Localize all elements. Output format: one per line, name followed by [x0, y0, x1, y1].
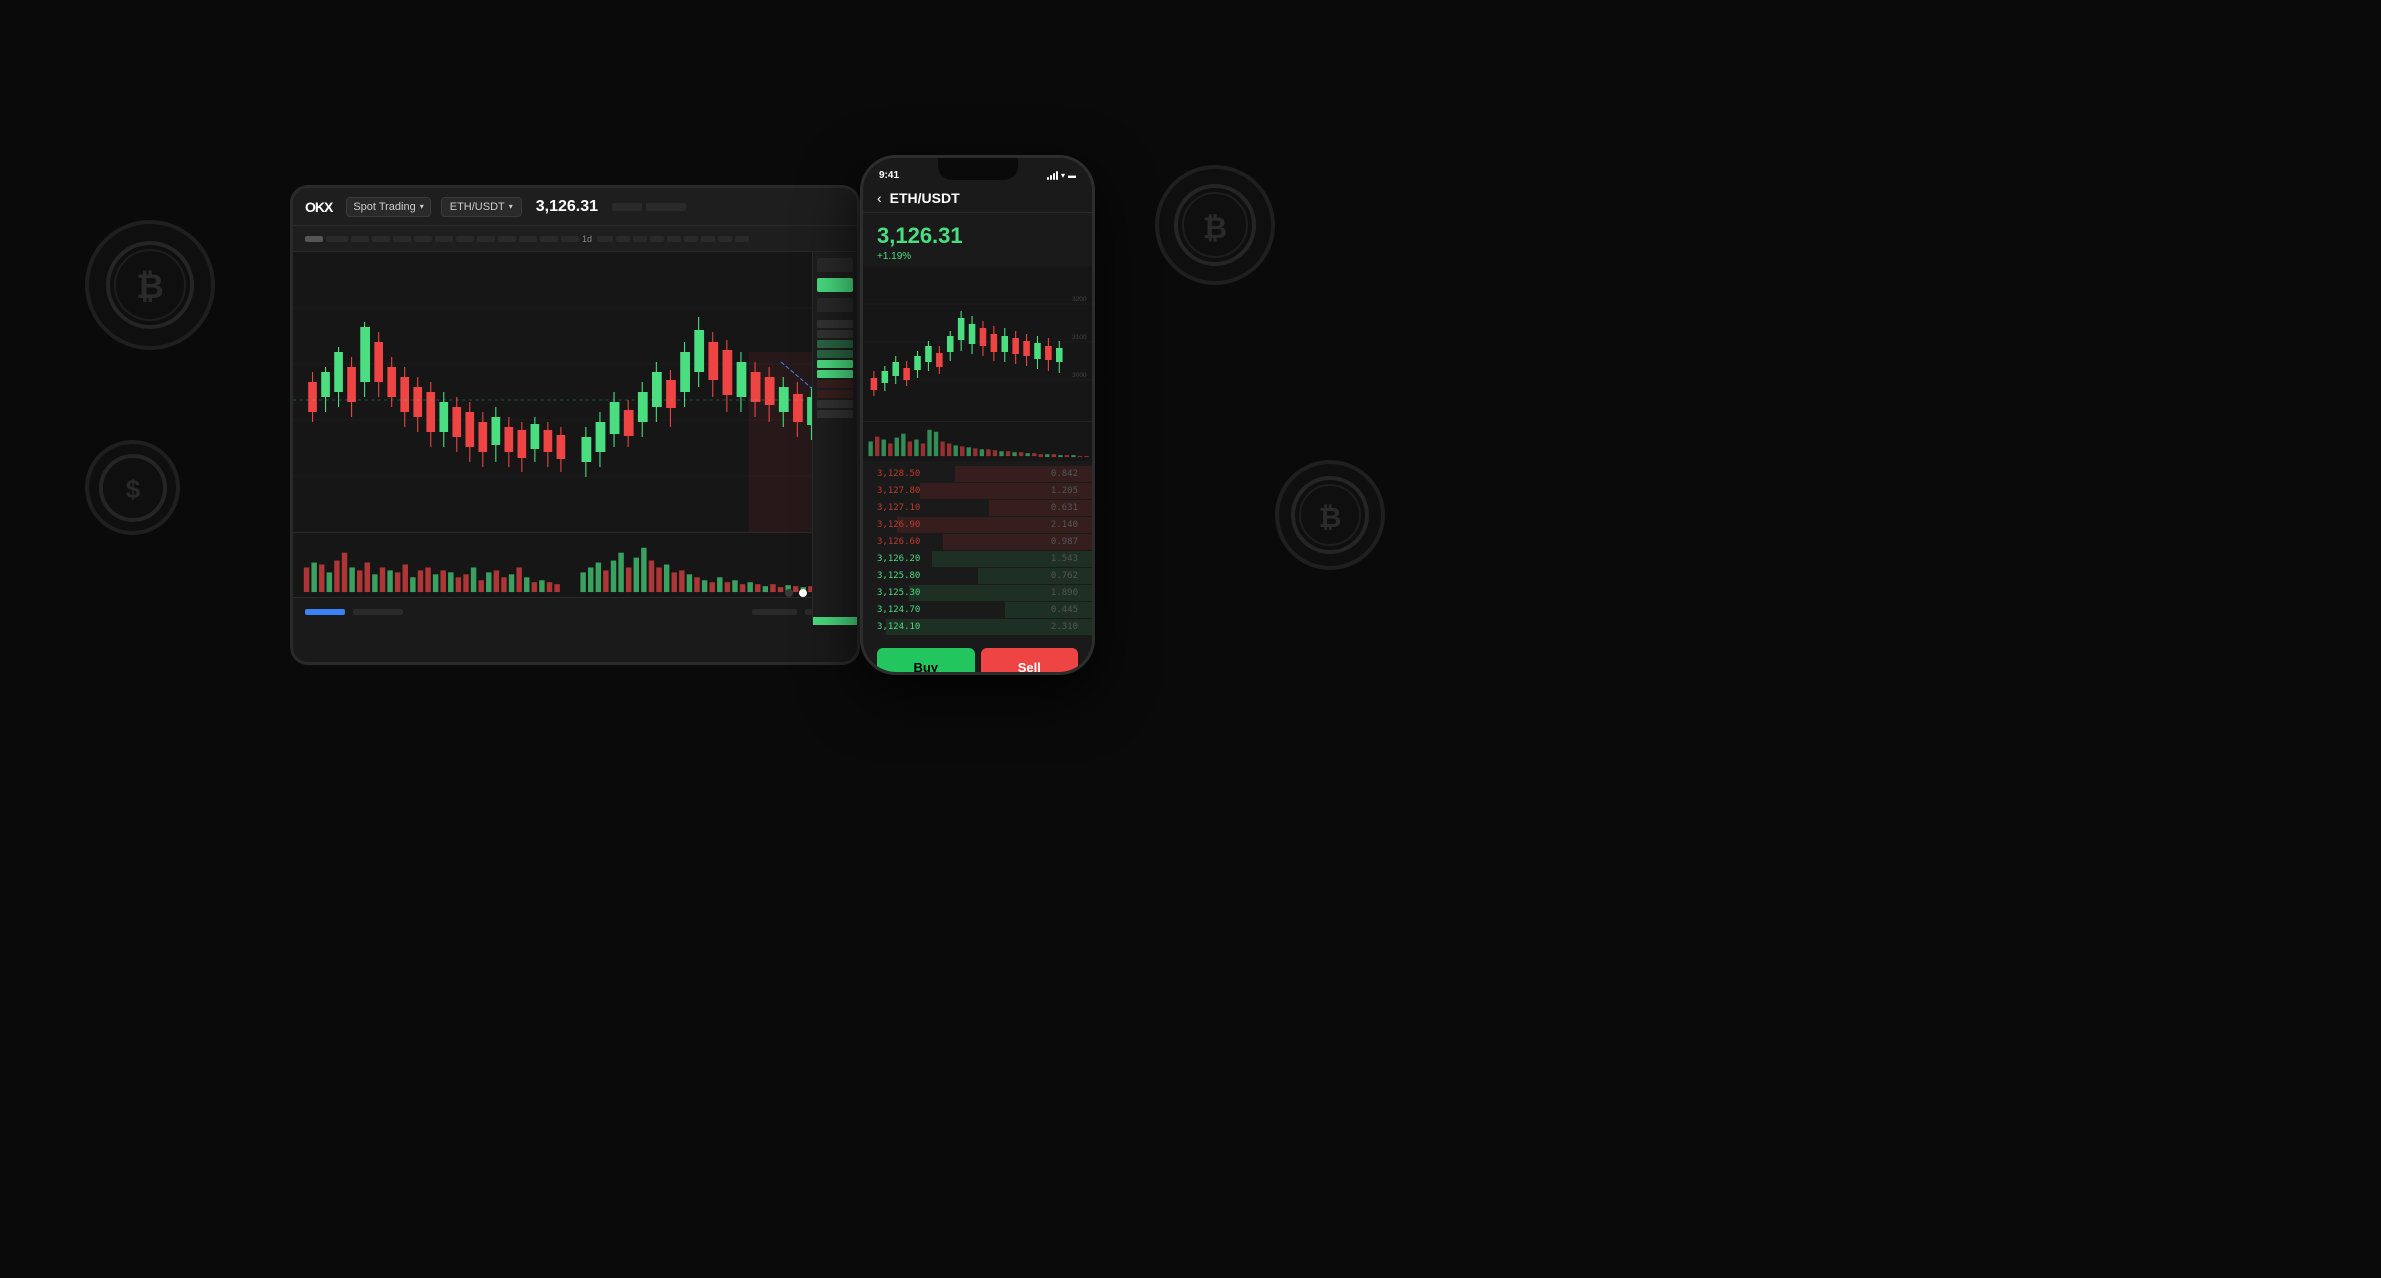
phone-orderbook: 3,128.50 0.842 3,127.80 1.205 3,127.10 0…: [863, 461, 1092, 640]
spot-trading-dropdown[interactable]: Spot Trading ▾: [346, 197, 430, 217]
volume-chart: [293, 532, 857, 597]
chart-type-btn-3[interactable]: [817, 298, 853, 312]
btc-coin-3: ₿: [1155, 165, 1275, 285]
ask-row-4: 3,126.90 2.140: [863, 517, 1092, 533]
btc-coin-1: ₿: [85, 220, 215, 350]
svg-text:3200: 3200: [1072, 296, 1087, 303]
phone-price: 3,126.31: [877, 223, 1078, 249]
chart-type-btn-2[interactable]: [817, 278, 853, 292]
btc-coin-2: $: [85, 440, 180, 535]
phone-device: 9:41 ▾ ▬ ‹ ETH/USDT 3,126.31 +1.19%: [860, 155, 1095, 675]
svg-text:$: $: [125, 474, 140, 504]
dropdown-arrow-icon: ▾: [420, 202, 424, 211]
battery-icon: ▬: [1068, 171, 1076, 180]
ask-row-5: 3,126.60 0.987: [863, 534, 1092, 550]
phone-header: ‹ ETH/USDT: [863, 186, 1092, 213]
page-dot-2[interactable]: [799, 589, 807, 597]
phone-change: +1.19%: [877, 251, 1078, 262]
bid-row-5: 3,124.10 2.310: [863, 619, 1092, 635]
chart-footer: [293, 597, 857, 625]
ask-row-1: 3,128.50 0.842: [863, 466, 1092, 482]
svg-text:₿: ₿: [1319, 502, 1342, 533]
pair-arrow-icon: ▾: [509, 202, 513, 211]
bid-row-4: 3,124.70 0.445: [863, 602, 1092, 618]
svg-text:3000: 3000: [1072, 372, 1087, 379]
tablet-device: OKX Spot Trading ▾ ETH/USDT ▾ 3,126.31 1…: [290, 185, 860, 665]
bid-row-2: 3,125.80 0.762: [863, 568, 1092, 584]
phone-pair-title: ETH/USDT: [890, 190, 960, 206]
chart-toolbar: 1d: [293, 226, 857, 252]
chart-type-btn-1[interactable]: [817, 258, 853, 272]
ask-row-2: 3,127.80 1.205: [863, 483, 1092, 499]
okx-logo: OKX: [305, 199, 332, 215]
sell-button[interactable]: Sell: [981, 648, 1079, 675]
svg-text:₿: ₿: [136, 268, 164, 306]
wifi-icon: ▾: [1061, 171, 1065, 180]
phone-price-section: 3,126.31 +1.19%: [863, 213, 1092, 266]
bid-row-1: 3,126.20 1.543: [863, 551, 1092, 567]
right-panel: [812, 252, 857, 625]
candlestick-chart: Buy 3200 3150 3100 3050 3000: [293, 252, 857, 532]
svg-text:₿: ₿: [1202, 212, 1226, 245]
bid-row-3: 3,125.30 1.890: [863, 585, 1092, 601]
phone-chart: 3200 3100 3000: [863, 266, 1092, 421]
buy-button[interactable]: Buy: [877, 648, 975, 675]
ask-row-3: 3,127.10 0.631: [863, 500, 1092, 516]
signal-icon: [1047, 170, 1058, 180]
phone-action-buttons: Buy Sell: [863, 640, 1092, 675]
tablet-bottom-action[interactable]: [813, 617, 857, 625]
tablet-header: OKX Spot Trading ▾ ETH/USDT ▾ 3,126.31: [293, 188, 857, 226]
svg-text:3100: 3100: [1072, 334, 1087, 341]
tablet-price: 3,126.31: [536, 198, 598, 216]
spot-trading-label: Spot Trading: [353, 201, 415, 213]
back-button[interactable]: ‹: [877, 190, 882, 206]
status-time: 9:41: [879, 170, 899, 181]
pair-dropdown[interactable]: ETH/USDT ▾: [441, 197, 522, 217]
page-dot-1[interactable]: [785, 589, 793, 597]
phone-notch: [938, 158, 1018, 180]
btc-coin-4: ₿: [1275, 460, 1385, 570]
pair-label: ETH/USDT: [450, 201, 505, 213]
phone-volume: [863, 421, 1092, 461]
